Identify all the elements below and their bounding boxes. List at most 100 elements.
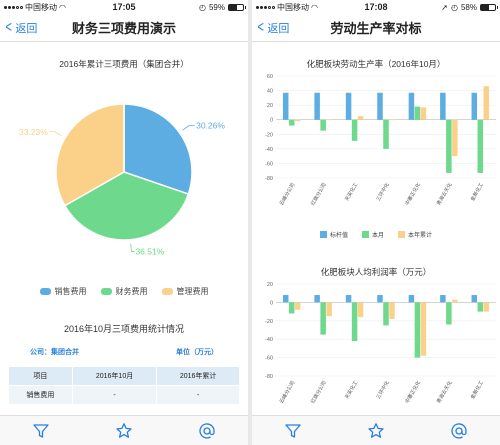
legend-swatch-green	[361, 231, 369, 238]
bar[interactable]	[357, 116, 364, 120]
bar[interactable]	[351, 302, 358, 342]
back-button[interactable]: < 返回	[256, 19, 290, 36]
tab-filter[interactable]	[29, 419, 53, 443]
bar[interactable]	[389, 302, 395, 319]
y-tick-label: 20	[267, 282, 273, 288]
table-row[interactable]: 销售费用 - -	[8, 385, 240, 405]
right-screen: 中国移动 ◠ 17:08 ➚ ◴ 58% < 返回 劳动生产率对标 化肥板块劳动…	[252, 0, 500, 445]
legend-item-sales[interactable]: 销售费用	[39, 286, 87, 297]
star-icon	[116, 422, 132, 438]
bar[interactable]	[314, 92, 320, 120]
signal-icon	[256, 5, 275, 9]
legend-label: 本月	[371, 233, 384, 239]
bar[interactable]	[440, 92, 446, 120]
pie-data-label: 33.23%	[19, 127, 48, 137]
unit-label: 单位（万元）	[176, 349, 218, 356]
x-tick-label: 云峰分公司	[278, 380, 297, 405]
y-tick-label: 60	[267, 74, 273, 80]
bar[interactable]	[446, 119, 452, 173]
pie-data-label: 36.51%	[135, 247, 164, 257]
legend-label: 财务费用	[115, 287, 148, 296]
bar[interactable]	[320, 302, 326, 335]
bar[interactable]	[446, 302, 452, 325]
location-icon: ➚	[441, 2, 448, 12]
battery-percent: 59%	[208, 2, 225, 12]
bar[interactable]	[345, 295, 352, 303]
legend-item-management[interactable]: 管理费用	[161, 286, 209, 297]
bar[interactable]	[483, 302, 490, 312]
bar[interactable]	[288, 302, 295, 314]
table-header: 2016年累计	[156, 366, 240, 386]
bar[interactable]	[420, 302, 427, 356]
bar[interactable]	[383, 302, 389, 326]
bar[interactable]	[351, 119, 358, 141]
bar[interactable]	[377, 295, 383, 303]
signal-icon	[4, 5, 23, 9]
back-button[interactable]: < 返回	[4, 19, 38, 36]
pie-label-line	[182, 125, 195, 131]
battery-icon	[480, 3, 498, 11]
bar[interactable]	[408, 295, 415, 303]
bar[interactable]	[414, 302, 421, 358]
bar[interactable]	[326, 302, 332, 317]
bar[interactable]	[326, 119, 332, 121]
bar[interactable]	[452, 119, 458, 157]
tab-favorites[interactable]	[112, 419, 136, 443]
y-tick-label: -80	[265, 374, 273, 380]
wifi-icon: ◠	[311, 2, 318, 12]
bar[interactable]	[471, 92, 478, 120]
bar[interactable]	[440, 295, 446, 303]
stats-title: 2016年10月三项费用统计情况	[63, 324, 185, 334]
carrier-label: 中国移动	[25, 2, 57, 12]
bar[interactable]	[314, 295, 320, 303]
bar[interactable]	[477, 302, 484, 312]
status-bar: 中国移动 ◠ 17:05 ◴ 59%	[0, 0, 248, 14]
legend-item-ytd[interactable]: 本年累计	[398, 230, 432, 239]
bar[interactable]	[294, 119, 301, 122]
x-tick-label: 红旗分公司	[309, 182, 328, 207]
x-tick-label: 天安化工	[343, 380, 359, 401]
bar[interactable]	[383, 119, 389, 149]
back-label: 返回	[267, 22, 290, 35]
bar[interactable]	[377, 92, 383, 120]
bar[interactable]	[294, 302, 301, 310]
back-label: 返回	[15, 22, 38, 35]
legend-item-benchmark[interactable]: 标杆值	[319, 230, 348, 239]
bar[interactable]	[389, 119, 395, 121]
status-time: 17:05	[112, 2, 136, 12]
bar[interactable]	[414, 106, 421, 120]
legend-item-finance[interactable]: 财务费用	[100, 286, 148, 297]
tab-favorites[interactable]	[364, 419, 388, 443]
bar[interactable]	[282, 295, 289, 303]
bar[interactable]	[288, 119, 295, 126]
bar[interactable]	[477, 119, 484, 173]
bar[interactable]	[408, 92, 415, 120]
bar[interactable]	[345, 92, 352, 120]
legend-swatch-green	[100, 288, 112, 295]
bar[interactable]	[320, 119, 326, 131]
x-tick-label: 红旗分公司	[309, 380, 328, 405]
status-time: 17:08	[364, 2, 388, 12]
battery-percent: 58%	[460, 2, 477, 12]
bar[interactable]	[471, 295, 478, 303]
x-tick-label: 三环中化	[375, 380, 391, 401]
table-cell: -	[156, 385, 240, 405]
tab-mention[interactable]	[195, 419, 219, 443]
tab-mention[interactable]	[447, 419, 471, 443]
bar[interactable]	[357, 302, 364, 318]
bar-chart-productivity: 60 40 20 0 -20 -40 -60 -80 云峰分公司 红旗分公司 天安化工 三环中化 中寨正…	[265, 74, 496, 207]
stats-table: 项目 2016年10月 2016年累计 销售费用 - -	[8, 366, 240, 405]
at-icon	[199, 422, 215, 439]
filter-icon	[285, 423, 301, 438]
at-icon	[451, 422, 467, 439]
bar[interactable]	[282, 92, 289, 120]
bar[interactable]	[420, 107, 427, 120]
bar[interactable]	[483, 86, 490, 120]
bar[interactable]	[452, 299, 458, 303]
x-tick-label: 中寨正化化	[404, 380, 423, 405]
legend-item-month[interactable]: 本月	[361, 230, 384, 239]
tab-filter[interactable]	[281, 419, 305, 443]
tab-bar	[0, 415, 248, 445]
alarm-icon: ◴	[451, 2, 458, 12]
y-tick-label: -60	[265, 356, 273, 362]
